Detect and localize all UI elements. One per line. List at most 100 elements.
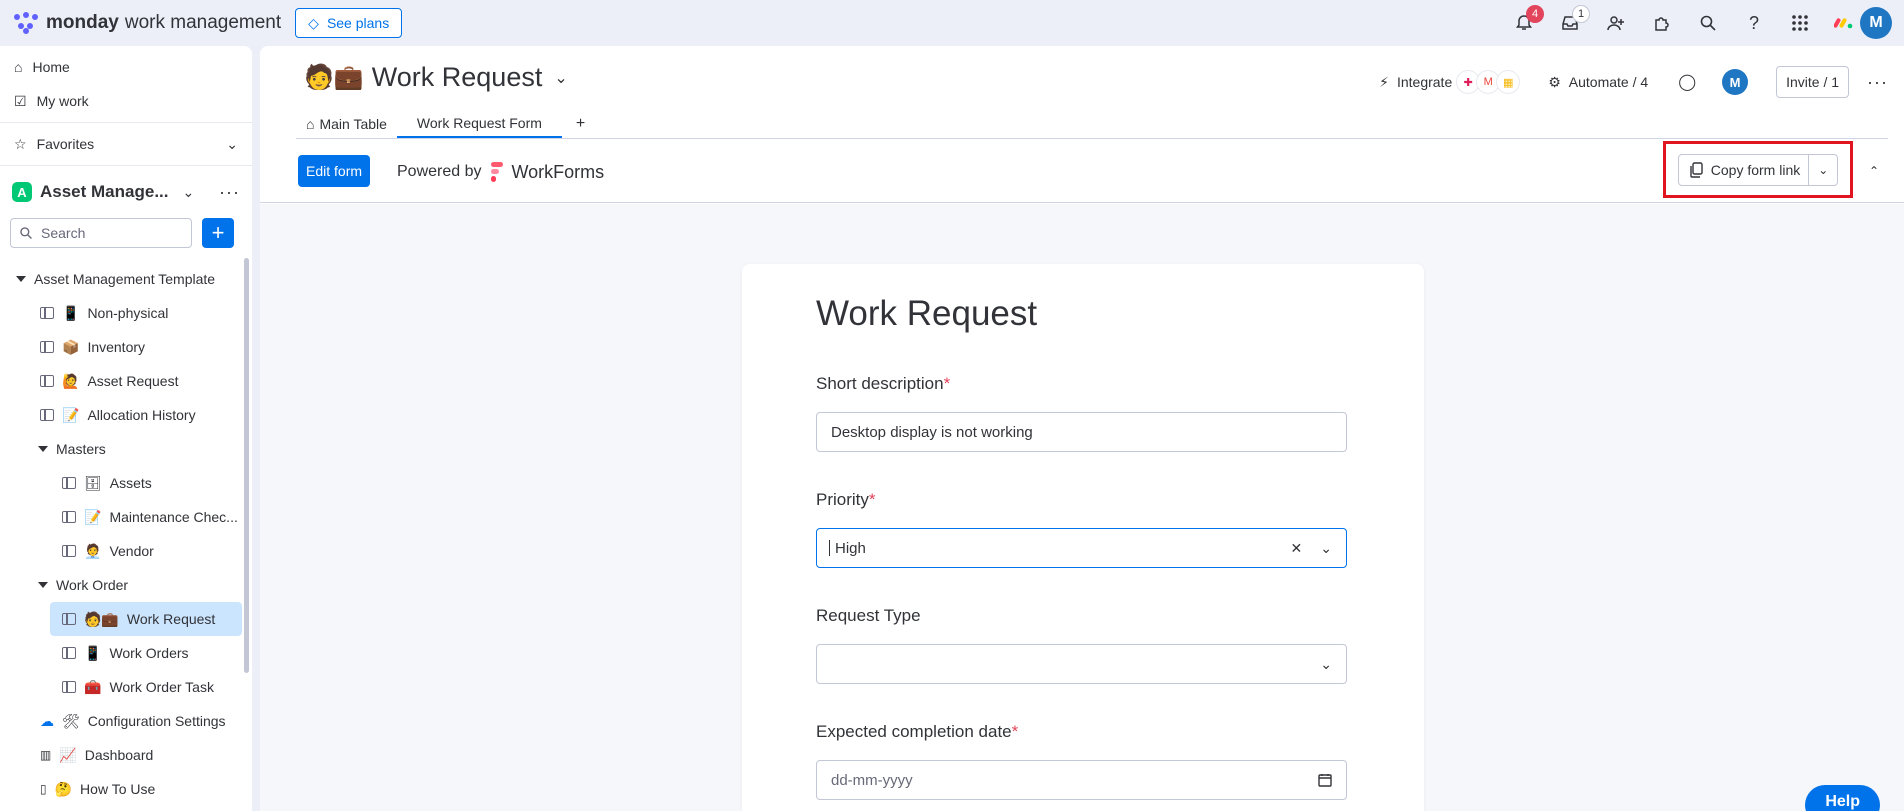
sidebar-board-maintenance-checklist[interactable]: 📝 Maintenance Chec...: [0, 500, 252, 534]
tab-main-table[interactable]: ⌂ Main Table: [296, 110, 397, 138]
search-button[interactable]: [1696, 11, 1720, 35]
sidebar-board-assets[interactable]: 🗄 Assets: [0, 466, 252, 500]
apps-marketplace-button[interactable]: [1650, 11, 1674, 35]
home-icon: ⌂: [14, 59, 23, 75]
board-label: Work Order Task: [109, 679, 214, 695]
divider: [0, 122, 252, 123]
add-view-button[interactable]: +: [562, 110, 599, 138]
workforms-logo-icon: [490, 162, 503, 182]
caret-down-icon: [38, 446, 48, 452]
clear-icon[interactable]: ✕: [1291, 540, 1303, 557]
workspace-selector[interactable]: A Asset Manage... ⌄ ···: [0, 172, 252, 212]
sidebar-item-configuration-settings[interactable]: ☁ 🛠 Configuration Settings: [0, 704, 252, 738]
input-value: Desktop display is not working: [831, 423, 1033, 441]
copy-form-link-button[interactable]: Copy form link ⌄: [1677, 153, 1839, 186]
tab-label: Main Table: [319, 116, 387, 132]
board-label: Work Request: [126, 611, 216, 627]
sidebar-item-home[interactable]: ⌂ Home: [0, 50, 252, 84]
see-plans-label: See plans: [326, 15, 390, 31]
help-button[interactable]: ?: [1742, 11, 1766, 35]
label-text: Priority: [816, 490, 869, 509]
required-mark: *: [1011, 722, 1019, 741]
inbox-button[interactable]: 1: [1558, 5, 1590, 35]
sidebar-board-asset-request[interactable]: 🙋 Asset Request: [0, 364, 252, 398]
sidebar-board-allocation-history[interactable]: 📝 Allocation History: [0, 398, 252, 432]
sidebar-board-non-physical[interactable]: 📱 Non-physical: [0, 296, 252, 330]
integrate-button[interactable]: ⚡ Integrate ✚ M ▦: [1379, 70, 1521, 94]
board-icon: [62, 613, 76, 625]
invite-button[interactable]: Invite / 1: [1776, 66, 1850, 98]
sidebar-item-favorites[interactable]: ☆ Favorites ⌄: [0, 127, 252, 161]
board-label: Maintenance Chec...: [109, 509, 238, 525]
dashboard-icon: ▥: [40, 748, 52, 762]
label-text: Expected completion date: [816, 722, 1012, 741]
main-panel: 🧑💼 Work Request ⌄ ⚡ Integrate ✚ M ▦ ⚙ Au…: [260, 46, 1904, 811]
short-description-input[interactable]: Desktop display is not working: [816, 412, 1347, 452]
logo-icon: [12, 12, 40, 34]
priority-select[interactable]: High ✕ ⌄: [816, 528, 1347, 568]
more-options-icon[interactable]: ···: [1867, 72, 1888, 93]
request-type-select[interactable]: ⌄: [816, 644, 1347, 684]
board-label: Configuration Settings: [87, 713, 226, 729]
folder-asset-management-template[interactable]: Asset Management Template: [0, 262, 252, 296]
sidebar-board-work-request[interactable]: 🧑💼 Work Request: [50, 602, 242, 636]
board-label: Non-physical: [87, 305, 169, 321]
board-emoji: 📱: [62, 304, 80, 321]
inbox-badge: 1: [1572, 5, 1590, 23]
integration-logos: ✚ M ▦: [1456, 70, 1521, 94]
board-icon: [40, 341, 54, 353]
sidebar-board-vendor[interactable]: 🧑‍💼 Vendor: [0, 534, 252, 568]
account-menu[interactable]: M: [1834, 7, 1892, 39]
board-icon: [62, 647, 76, 659]
board-emoji: 🧑💼: [84, 610, 119, 627]
form-toolbar: Edit form Powered by WorkForms Copy form…: [260, 139, 1904, 203]
chevron-down-icon[interactable]: ⌄: [1320, 540, 1332, 557]
invite-members-button[interactable]: [1604, 11, 1628, 35]
user-avatar: M: [1860, 7, 1892, 39]
folder-masters[interactable]: Masters: [0, 432, 252, 466]
edit-form-button[interactable]: Edit form: [298, 155, 371, 187]
monday-logo[interactable]: monday work management: [12, 12, 281, 34]
board-title[interactable]: 🧑💼 Work Request ⌄: [304, 62, 568, 93]
board-label: Asset Request: [87, 373, 179, 389]
required-mark: *: [943, 374, 951, 393]
search-icon: [1700, 15, 1716, 31]
copy-icon: [1690, 161, 1703, 178]
sidebar-item-my-work[interactable]: ☑ My work: [0, 84, 252, 118]
sidebar-item-how-to-use[interactable]: ▯ 🤔 How To Use: [0, 772, 252, 806]
sidebar-item-dashboard[interactable]: ▥ 📈 Dashboard: [0, 738, 252, 772]
board-emoji: 🗄: [84, 474, 102, 491]
board-label: Vendor: [109, 543, 154, 559]
board-label: Inventory: [87, 339, 146, 355]
tab-work-request-form[interactable]: Work Request Form: [396, 110, 562, 138]
required-mark: *: [868, 490, 876, 509]
see-plans-button[interactable]: ◇ See plans: [295, 8, 403, 38]
board-member-avatar[interactable]: M: [1722, 69, 1749, 95]
help-button[interactable]: Help: [1805, 785, 1880, 811]
sidebar-board-inventory[interactable]: 📦 Inventory: [0, 330, 252, 364]
home-icon: ⌂: [306, 116, 315, 132]
copy-options-dropdown[interactable]: ⌄: [1809, 163, 1837, 177]
folder-work-order[interactable]: Work Order: [0, 568, 252, 602]
apps-grid-button[interactable]: [1788, 11, 1812, 35]
notifications-button[interactable]: 4: [1512, 5, 1544, 35]
sidebar-board-work-orders[interactable]: 📱 Work Orders: [0, 636, 252, 670]
form-card: Work Request Short description* Desktop …: [742, 264, 1424, 811]
diamond-icon: ◇: [308, 14, 319, 31]
board-emoji: 🧑‍💼: [84, 542, 102, 559]
sidebar-board-work-order-task[interactable]: 🧰 Work Order Task: [0, 670, 252, 704]
label-text: Request Type: [816, 606, 921, 625]
board-emoji: 📝: [84, 508, 102, 525]
collapse-header-button[interactable]: ⌃: [1862, 159, 1886, 183]
sidebar-search-input[interactable]: Search: [10, 218, 192, 248]
calendar-icon[interactable]: [1318, 773, 1332, 787]
highlight-box: Copy form link ⌄: [1663, 141, 1853, 198]
more-options-icon[interactable]: ···: [219, 182, 240, 203]
chevron-down-icon[interactable]: ⌄: [1320, 656, 1332, 673]
add-item-button[interactable]: +: [202, 218, 234, 248]
automate-button[interactable]: ⚙ Automate / 4: [1548, 74, 1648, 91]
comment-icon[interactable]: ◯: [1678, 72, 1696, 92]
board-emoji: 📈: [59, 746, 77, 763]
sidebar-scrollbar[interactable]: [244, 258, 249, 673]
expected-completion-date-input[interactable]: dd-mm-yyyy: [816, 760, 1347, 800]
